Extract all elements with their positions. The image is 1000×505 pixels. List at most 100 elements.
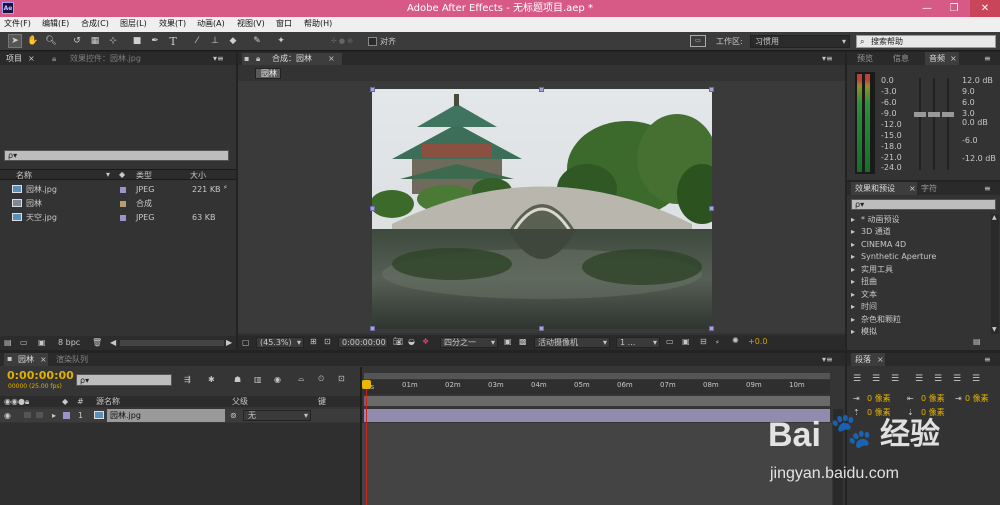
playhead-icon[interactable]: [362, 380, 371, 389]
justify-center-icon[interactable]: ☰: [934, 375, 942, 384]
time-ruler[interactable]: 0s 01m 02m 03m 04m 05m 06m 07m 08m 09m 1…: [364, 380, 830, 394]
current-time-indicator[interactable]: [366, 379, 367, 505]
vertical-scrollbar[interactable]: [991, 214, 999, 334]
new-folder-icon[interactable]: ▤: [973, 338, 981, 346]
menu-composition[interactable]: 合成(C): [81, 20, 109, 28]
toggle-panels-icon[interactable]: ▭: [690, 35, 706, 47]
always-preview-icon[interactable]: ▢: [242, 339, 250, 347]
rectangle-tool-icon[interactable]: ■: [130, 34, 144, 48]
mask-icon[interactable]: ⊡: [324, 338, 331, 346]
label-swatch[interactable]: [63, 412, 70, 419]
toggle-pixel-aspect-icon[interactable]: ▭: [666, 338, 674, 346]
volume-slider-track[interactable]: [947, 78, 949, 170]
column-size[interactable]: 大小: [190, 172, 206, 180]
minimize-button[interactable]: —: [916, 0, 938, 17]
menu-effect[interactable]: 效果(T): [159, 20, 186, 28]
zoom-select[interactable]: (45.3%) ▾: [256, 337, 304, 348]
transform-handle[interactable]: [709, 206, 714, 211]
tab-timeline-bg[interactable]: ▪ 园林 ×: [4, 353, 48, 366]
indent-first-value[interactable]: 0 像素: [965, 395, 989, 403]
menu-edit[interactable]: 编辑(E): [42, 20, 69, 28]
volume-slider-handle[interactable]: [914, 112, 926, 117]
selection-tool-icon[interactable]: ➤: [8, 34, 22, 48]
new-folder-icon[interactable]: ▭: [20, 339, 28, 347]
justify-left-icon[interactable]: ☰: [915, 375, 923, 384]
puppet-pin-tool-icon[interactable]: ✦: [274, 34, 288, 48]
effects-search-field[interactable]: ρ▾: [851, 199, 996, 210]
solo-toggle[interactable]: [24, 412, 31, 418]
transform-handle[interactable]: [709, 326, 714, 331]
graph-editor-icon[interactable]: ⌓: [298, 375, 304, 383]
close-icon[interactable]: ×: [877, 356, 884, 364]
tab-project[interactable]: 项目: [6, 55, 22, 63]
transform-handle[interactable]: [539, 326, 544, 331]
close-icon[interactable]: ×: [909, 185, 916, 193]
comp-breadcrumb[interactable]: 园林: [255, 68, 281, 79]
align-center-icon[interactable]: ☰: [872, 375, 880, 384]
comp-tab[interactable]: ▪ 🔒︎ 合成：园林 ×: [242, 53, 342, 65]
workspace-select[interactable]: 习惯用 ▾: [750, 35, 850, 48]
menu-view[interactable]: 视图(V): [237, 20, 265, 28]
timeline-icon[interactable]: ⊟: [700, 338, 707, 346]
align-left-icon[interactable]: ☰: [853, 375, 861, 384]
comp-mini-flowchart-icon[interactable]: ⇶: [184, 376, 191, 384]
grid-icon[interactable]: ⊞: [310, 338, 317, 346]
delete-icon[interactable]: 🗑︎: [92, 339, 102, 347]
volume-slider-handle[interactable]: [928, 112, 940, 117]
clone-stamp-tool-icon[interactable]: ⊥: [208, 34, 222, 48]
horizontal-scrollbar[interactable]: [120, 340, 224, 346]
indent-first-icon[interactable]: ⇥: [955, 395, 962, 403]
region-of-interest-icon[interactable]: ▣: [504, 338, 512, 346]
indent-left-value[interactable]: 0 像素: [867, 395, 891, 403]
tab-effect-controls[interactable]: 效果控件：园林.jpg: [70, 55, 141, 63]
tab-effects-bg[interactable]: 效果和预设 ×: [851, 182, 917, 195]
close-icon[interactable]: ×: [328, 55, 335, 63]
eye-icon[interactable]: ◉: [4, 412, 11, 420]
zoom-tool-icon[interactable]: 🔍︎: [44, 34, 58, 48]
eraser-tool-icon[interactable]: ◆: [226, 34, 240, 48]
camera-tool-icon[interactable]: ▦: [88, 34, 102, 48]
tab-paragraph-bg[interactable]: 段落 ×: [851, 353, 885, 366]
snapshot-icon[interactable]: 📷︎: [393, 338, 403, 346]
align-right-icon[interactable]: ☰: [891, 375, 899, 384]
show-snapshot-icon[interactable]: ◒: [408, 338, 415, 346]
brainstorm-icon[interactable]: ⏲: [318, 375, 324, 383]
menu-help[interactable]: 帮助(H): [304, 20, 332, 28]
auto-keyframe-icon[interactable]: ⊡: [338, 375, 345, 383]
project-item[interactable]: 天空.jpg JPEG 63 KB: [0, 211, 236, 225]
close-button[interactable]: ✕: [970, 0, 1000, 17]
work-area-bar[interactable]: [364, 373, 830, 379]
menu-layer[interactable]: 图层(L): [120, 20, 147, 28]
exposure-value[interactable]: +0.0: [748, 338, 767, 346]
menu-window[interactable]: 窗口: [276, 20, 292, 28]
column-type[interactable]: 类型: [136, 172, 152, 180]
transform-handle[interactable]: [370, 87, 375, 92]
expand-icon[interactable]: ▸: [52, 412, 56, 420]
rotate-tool-icon[interactable]: ↺: [70, 34, 84, 48]
volume-slider-track[interactable]: [933, 78, 935, 170]
scroll-left-icon[interactable]: ◀: [110, 339, 116, 347]
tab-character[interactable]: 字符: [921, 185, 937, 193]
panel-menu-icon[interactable]: ≡: [984, 356, 991, 364]
comp-timecode[interactable]: 0:00:00:00: [338, 337, 388, 348]
bpc-label[interactable]: 8 bpc: [58, 339, 80, 347]
pen-tool-icon[interactable]: ✒: [148, 34, 162, 48]
fast-preview-icon[interactable]: ▣: [682, 338, 690, 346]
lock-icon[interactable]: 🔒︎: [52, 55, 56, 63]
transform-handle[interactable]: [370, 326, 375, 331]
panel-menu-icon[interactable]: ≡: [984, 55, 991, 63]
roto-brush-tool-icon[interactable]: ✎: [250, 34, 264, 48]
new-composition-icon[interactable]: ▣: [38, 339, 46, 347]
color-channel-icon[interactable]: ❖: [422, 338, 429, 346]
pickwhip-icon[interactable]: ⊚: [230, 412, 237, 420]
scroll-right-icon[interactable]: ▶: [226, 339, 232, 347]
panel-menu-icon[interactable]: ▾≡: [822, 55, 833, 63]
column-parent[interactable]: 父级: [232, 398, 248, 406]
tab-info[interactable]: 信息: [893, 55, 909, 63]
timeline-nav-bar[interactable]: [364, 396, 830, 406]
volume-slider-track[interactable]: [919, 78, 921, 170]
draft-3d-icon[interactable]: ✱: [208, 376, 215, 384]
panel-menu-icon[interactable]: ≡: [984, 185, 991, 193]
volume-slider-handle[interactable]: [942, 112, 954, 117]
parent-select[interactable]: 无 ▾: [243, 410, 311, 421]
